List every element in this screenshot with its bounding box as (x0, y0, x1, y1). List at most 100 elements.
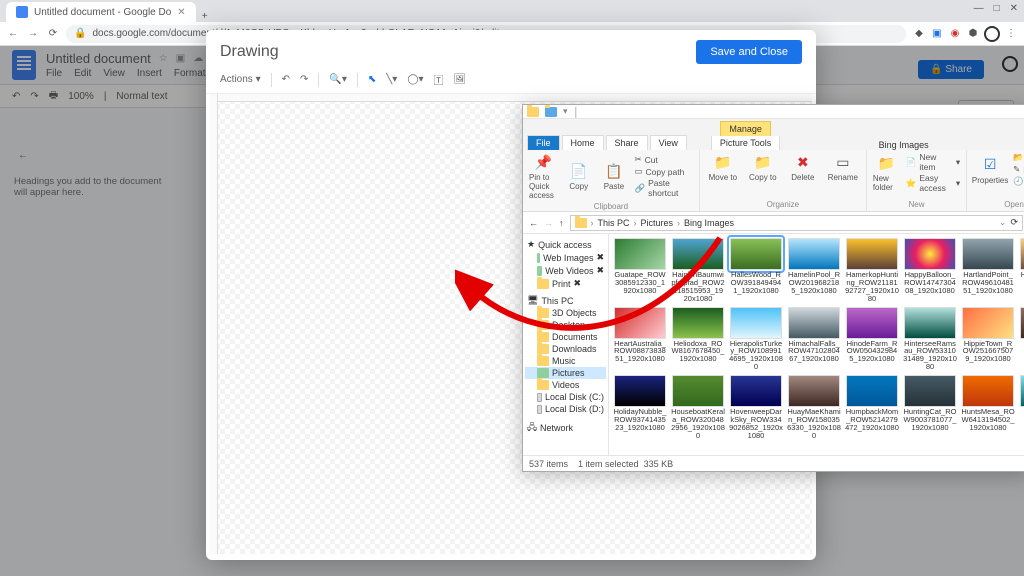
file-thumbnail[interactable]: HuntingCat_ROW9003781077_1920x1080 (903, 375, 957, 440)
line-tool-icon[interactable]: ╲▾ (386, 74, 397, 85)
ribbon-paste-button[interactable]: 📋Paste (599, 161, 628, 191)
ribbon-easyaccess-button[interactable]: ⭐ Easy access ▾ (906, 173, 960, 193)
ribbon-pasteshortcut-button[interactable]: 🔗 Paste shortcut (635, 178, 693, 198)
tree-item[interactable]: Music (525, 355, 606, 367)
tree-item[interactable]: Local Disk (C:) (525, 391, 606, 403)
ribbon-tab-picture-tools[interactable]: Picture Tools (711, 136, 780, 150)
window-maximize-icon[interactable]: □ (994, 3, 1000, 14)
ribbon-pin-button[interactable]: 📌Pin to Quick access (529, 152, 558, 200)
window-folder-icon (545, 107, 557, 117)
file-grid[interactable]: Guatape_ROW3085912330_1920x1080HainichBa… (609, 234, 1024, 455)
ribbon-edit-button[interactable]: ✎ Edit (1013, 164, 1024, 175)
nav-back-icon[interactable]: ← (529, 218, 538, 228)
ribbon-cut-button[interactable]: ✂ Cut (635, 154, 693, 165)
image-tool-icon[interactable]: 🖼 (454, 74, 467, 85)
window-close-icon[interactable]: ✕ (1010, 3, 1018, 14)
file-thumbnail[interactable]: HolidayNubble_ROW9374143523_1920x1080 (613, 375, 667, 440)
zoom-icon[interactable]: 🔍▾ (329, 74, 346, 85)
forward-icon[interactable]: → (26, 28, 40, 39)
ruler-vertical (210, 94, 218, 554)
file-thumbnail[interactable]: HallesWood_ROW3918494941_1920x1080 (729, 238, 783, 303)
ribbon-newfolder-button[interactable]: 📁New folder (873, 153, 900, 192)
select-tool-icon[interactable]: ⬉ (368, 74, 376, 85)
ribbon-tab-manage[interactable]: Manage (720, 121, 771, 136)
ribbon-rename-button[interactable]: ▭Rename (826, 152, 860, 182)
explorer-title: Bing Images (879, 140, 929, 150)
file-thumbnail[interactable]: HainichBaumwipfelpfad_ROW2218515953_1920… (671, 238, 725, 303)
tree-item[interactable]: Local Disk (D:) (525, 403, 606, 415)
file-thumbnail[interactable]: HovenweepDarkSky_ROW3349026852_1920x1080 (729, 375, 783, 440)
file-explorer-window: ▾ │ File Home Share View Manage Picture … (522, 104, 1024, 472)
chrome-menu-icon[interactable]: ⋮ (1004, 27, 1018, 41)
file-thumbnail[interactable]: HartlandPoint_ROW4961048151_1920x1080 (961, 238, 1015, 303)
nav-forward-icon[interactable]: → (544, 218, 553, 228)
ribbon-newitem-button[interactable]: 📄 New item ▾ (906, 152, 960, 172)
window-minimize-icon[interactable]: — (974, 3, 984, 14)
ribbon: 📌Pin to Quick access 📄Copy 📋Paste ✂ Cut … (523, 150, 1024, 212)
new-tab-button[interactable]: + (196, 11, 214, 22)
tree-item[interactable]: Web Images ✖ (525, 251, 606, 264)
file-thumbnail[interactable]: HierapolisTurkey_ROW1089914695_1920x1080 (729, 307, 783, 372)
tree-network[interactable]: 🖧 Network (525, 419, 606, 437)
ribbon-delete-button[interactable]: ✖Delete (786, 152, 820, 182)
file-thumbnail[interactable]: HamelinPool_ROW2019682185_1920x1080 (787, 238, 841, 303)
extension-icon[interactable]: ⬢ (966, 27, 980, 41)
ribbon-open-button[interactable]: 📂 Open ▾ (1013, 152, 1024, 163)
file-thumbnail[interactable]: Hog_ (1019, 307, 1024, 372)
file-thumbnail[interactable]: HippieTown_ROW2516675079_1920x1080 (961, 307, 1015, 372)
file-thumbnail[interactable]: HuayMaeKhamin_ROW1580356330_1920x1080 (787, 375, 841, 440)
file-thumbnail[interactable]: Hatz_ROW6342029 (1019, 238, 1024, 303)
redo-icon[interactable]: ↷ (300, 74, 308, 85)
save-and-close-button[interactable]: Save and Close (696, 40, 802, 64)
ribbon-history-button[interactable]: 🕘 History (1013, 176, 1024, 187)
tab-title: Untitled document - Google Do (34, 7, 171, 18)
extension-icon[interactable]: ◆ (912, 27, 926, 41)
file-thumbnail[interactable]: HamerkopHunting_ROW2118192727_1920x1080 (845, 238, 899, 303)
file-thumbnail[interactable]: HeartAustralia_ROW0887383851_1920x1080 (613, 307, 667, 372)
file-thumbnail[interactable]: HimachalFalls_ROW4710280467_1920x1080 (787, 307, 841, 372)
text-tool-icon[interactable]: 🅃 (434, 72, 444, 87)
reload-icon[interactable]: ⟳ (46, 28, 60, 39)
back-icon[interactable]: ← (6, 28, 20, 39)
tree-item[interactable]: Web Videos ✖ (525, 264, 606, 277)
ribbon-tab-view[interactable]: View (650, 135, 687, 150)
browser-tab[interactable]: Untitled document - Google Do ✕ (6, 2, 196, 22)
window-controls: — □ ✕ (974, 3, 1018, 14)
ribbon-copy-button[interactable]: 📄Copy (564, 161, 593, 191)
tree-item[interactable]: Videos (525, 379, 606, 391)
ribbon-copyto-button[interactable]: 📁Copy to (746, 152, 780, 182)
refresh-icon[interactable]: ⟳ (1010, 217, 1018, 228)
file-thumbnail[interactable]: HinodeFarm_ROW0504329845_1920x1080 (845, 307, 899, 372)
file-thumbnail[interactable]: Hya_ (1019, 375, 1024, 440)
extension-icon[interactable]: ▣ (930, 27, 944, 41)
address-breadcrumb[interactable]: › This PC› Pictures› Bing Images ⌄ ⟳ (570, 215, 1024, 231)
extension-icon[interactable]: ◉ (948, 27, 962, 41)
undo-icon[interactable]: ↶ (282, 74, 290, 85)
window-folder-icon (527, 107, 539, 117)
ribbon-copypath-button[interactable]: ▭ Copy path (635, 166, 693, 177)
file-thumbnail[interactable]: HuntsMesa_ROW6413194502_1920x1080 (961, 375, 1015, 440)
ribbon-tab-file[interactable]: File (527, 135, 560, 150)
status-selected: 1 item selected 335 KB (578, 459, 673, 469)
ribbon-tab-home[interactable]: Home (562, 135, 604, 150)
nav-up-icon[interactable]: ↑ (559, 218, 564, 228)
profile-avatar[interactable] (984, 26, 1000, 42)
ribbon-tab-share[interactable]: Share (606, 135, 648, 150)
file-thumbnail[interactable]: Heliodoxa_ROW8167678450_1920x1080 (671, 307, 725, 372)
ribbon-properties-button[interactable]: ☑Properties (973, 155, 1007, 185)
ribbon-moveto-button[interactable]: 📁Move to (706, 152, 740, 182)
file-thumbnail[interactable]: HouseboatKerala_ROW3200482956_1920x1080 (671, 375, 725, 440)
tree-item[interactable]: Print ✖ (525, 277, 606, 290)
file-thumbnail[interactable]: HinterseeRamsau_ROW5331031489_1920x1080 (903, 307, 957, 372)
actions-menu[interactable]: Actions ▾ (220, 74, 261, 85)
file-thumbnail[interactable]: HumpbackMom_ROW5214279472_1920x1080 (845, 375, 899, 440)
file-thumbnail[interactable]: HappyBalloon_ROW1474730408_1920x1080 (903, 238, 957, 303)
drawing-toolbar: Actions ▾ ↶ ↷ 🔍▾ ⬉ ╲▾ ◯▾ 🅃 🖼 (206, 68, 816, 94)
favicon-docs (16, 6, 28, 18)
ruler-horizontal (210, 94, 812, 102)
close-tab-icon[interactable]: ✕ (177, 7, 185, 18)
file-thumbnail[interactable]: Guatape_ROW3085912330_1920x1080 (613, 238, 667, 303)
nav-tree: ★ Quick access Web Images ✖ Web Videos ✖… (523, 234, 609, 455)
tree-quickaccess[interactable]: ★ Quick access (525, 238, 606, 251)
shape-tool-icon[interactable]: ◯▾ (407, 74, 423, 85)
